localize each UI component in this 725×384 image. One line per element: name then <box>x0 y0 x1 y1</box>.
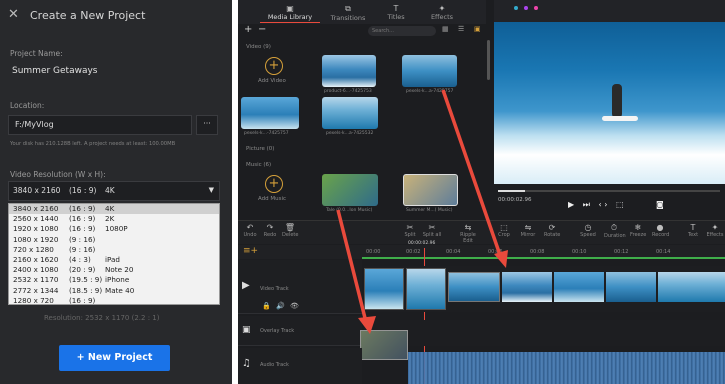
resolution-option[interactable]: 2560 x 1440 (16 : 9) 2K <box>9 214 219 224</box>
project-name-input[interactable]: Summer Getaways <box>12 66 98 76</box>
disk-info-text: Your disk has 210.128B left. A project n… <box>10 141 176 147</box>
resolution-option[interactable]: 1920 x 1080 (16 : 9) 1080P <box>9 224 219 234</box>
selected-resolution-name: 4K <box>105 186 115 195</box>
location-input[interactable]: F:/MyVlog <box>8 115 192 135</box>
dialog-title: Create a New Project <box>30 9 146 22</box>
video-editor: ▣ Media Library ⧉ Transitions T Titles ✦ Ef… <box>238 0 725 384</box>
resolution-option[interactable]: 720 x 1280 (9 : 16) <box>9 245 219 255</box>
selected-resolution-size: 3840 x 2160 <box>13 186 61 195</box>
project-name-label: Project Name: <box>10 49 63 58</box>
new-project-label: New Project <box>87 352 153 363</box>
resolution-hint: Resolution: 2532 x 1170 (2.2 : 1) <box>44 314 160 322</box>
plus-icon: + <box>76 352 88 363</box>
resolution-option[interactable]: 1080 x 1920 (9 : 16) <box>9 235 219 245</box>
resolution-option[interactable]: 1280 x 720 (16 : 9) <box>9 296 219 306</box>
new-project-button[interactable]: + New Project <box>59 345 170 371</box>
resolution-select[interactable]: 3840 x 2160 (16 : 9) 4K ▼ <box>8 181 220 201</box>
resolution-option[interactable]: 2160 x 1620 (4 : 3) iPad <box>9 255 219 265</box>
location-label: Location: <box>10 101 45 110</box>
selected-resolution-ratio: (16 : 9) <box>69 186 97 195</box>
browse-button[interactable]: ··· <box>196 115 218 135</box>
resolution-option[interactable]: 3840 x 2160 (16 : 9) 4K <box>9 204 219 215</box>
chevron-down-icon: ▼ <box>208 186 214 194</box>
dialog-close-icon[interactable]: ✕ <box>8 8 22 22</box>
resolution-option[interactable]: 2772 x 1344 (18.5 : 9) Mate 40 <box>9 286 219 296</box>
annotation-arrows <box>336 89 508 334</box>
resolution-option[interactable]: 2532 x 1170 (19.5 : 9) iPhone <box>9 275 219 285</box>
create-project-dialog: ✕ Create a New Project Project Name: Sum… <box>0 0 232 384</box>
resolution-option[interactable]: 2400 x 1080 (20 : 9) Note 20 <box>9 265 219 275</box>
resolution-dropdown-list[interactable]: 3840 x 2160 (16 : 9) 4K 2560 x 1440 (16 : 9… <box>8 203 220 305</box>
resolution-label: Video Resolution (W x H): <box>10 170 106 179</box>
